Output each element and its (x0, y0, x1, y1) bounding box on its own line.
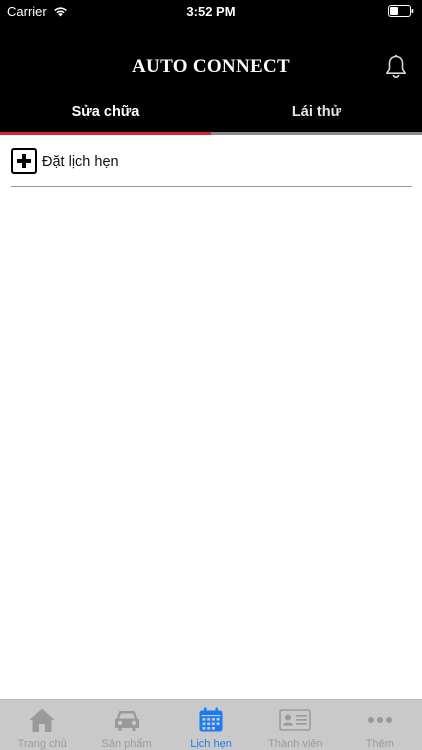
nav-item-trang-chu[interactable]: Trang chủ (0, 700, 84, 750)
tab-indicator (211, 132, 422, 135)
nav-label: Lịch hẹn (190, 738, 232, 750)
tab-label: Sửa chữa (71, 104, 140, 120)
nav-label: Trang chủ (17, 738, 67, 750)
book-appointment-label: Đặt lịch hẹn (42, 154, 119, 170)
calendar-icon (199, 707, 223, 732)
battery-icon (388, 5, 414, 17)
tab-lai-thu[interactable]: Lái thử (211, 92, 422, 135)
plus-square-icon (11, 148, 37, 174)
navigation-bar: AUTO CONNECT (0, 22, 422, 92)
more-icon (367, 717, 392, 723)
nav-item-san-pham[interactable]: Sản phẩm (84, 700, 168, 750)
bottom-tab-bar: Trang chủ Sản phẩm Lịch hẹn Thành viên T… (0, 699, 422, 750)
nav-item-lich-hen[interactable]: Lịch hẹn (169, 700, 253, 750)
member-card-icon (279, 709, 312, 731)
nav-label: Thêm (365, 738, 394, 750)
app-title: AUTO CONNECT (132, 56, 290, 77)
bell-icon[interactable] (384, 54, 408, 80)
divider (11, 186, 412, 187)
car-icon (114, 711, 139, 731)
tab-label: Lái thử (291, 104, 342, 120)
status-time: 3:52 PM (186, 4, 236, 19)
segment-tabs: Sửa chữa Lái thử (0, 92, 422, 135)
tab-sua-chua[interactable]: Sửa chữa (0, 92, 211, 135)
active-tab-indicator (0, 132, 211, 135)
nav-label: Sản phẩm (101, 738, 152, 750)
status-bar: Carrier 3:52 PM (0, 0, 422, 22)
book-appointment-button[interactable]: Đặt lịch hẹn (11, 146, 412, 186)
nav-label: Thành viên (268, 738, 323, 750)
home-icon (29, 708, 55, 732)
nav-item-them[interactable]: Thêm (338, 700, 422, 750)
nav-item-thanh-vien[interactable]: Thành viên (253, 700, 337, 750)
